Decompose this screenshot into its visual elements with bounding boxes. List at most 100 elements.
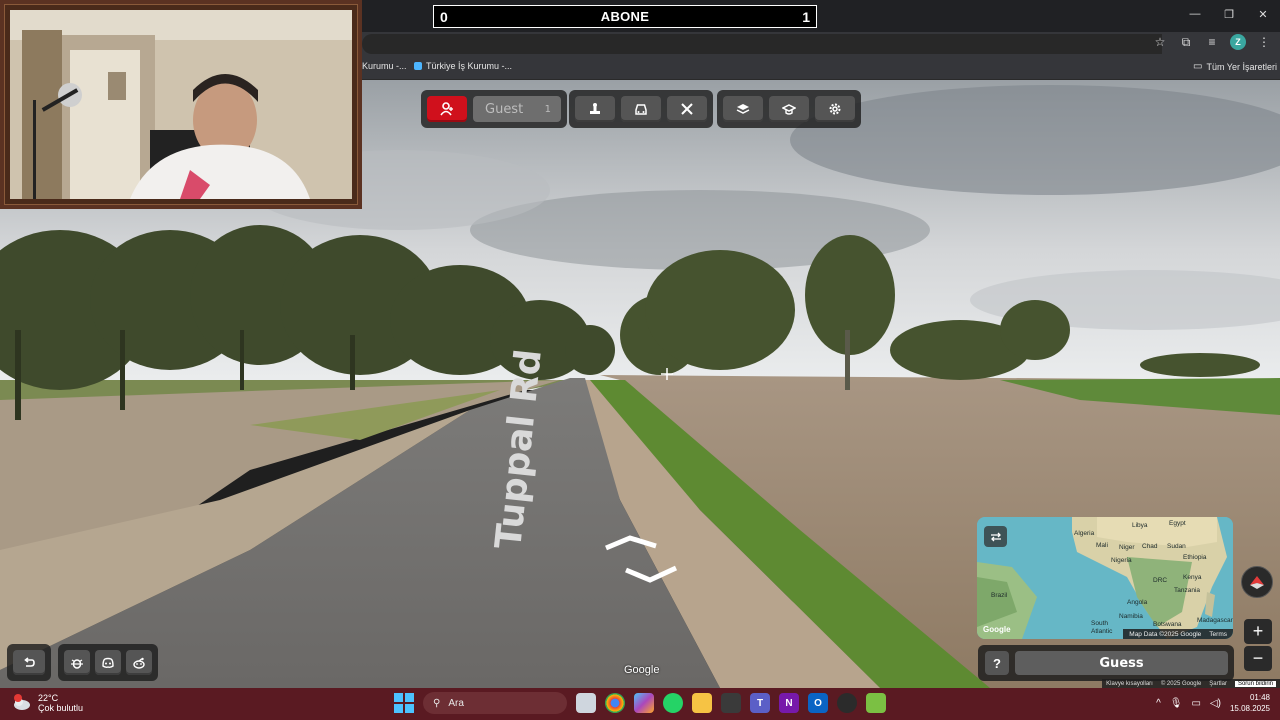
all-bookmarks[interactable]: ▭ Tüm Yer İşaretleri [1193, 61, 1277, 72]
volume-icon[interactable]: ◁) [1210, 698, 1221, 709]
undo-panel [7, 644, 51, 681]
search-placeholder: Ara [448, 697, 464, 709]
guess-button[interactable]: Guess [1015, 651, 1228, 675]
bug-icon[interactable] [64, 650, 90, 675]
map-pin-icon[interactable] [575, 96, 615, 122]
windows-start-icon[interactable] [394, 693, 414, 713]
car-icon[interactable] [621, 96, 661, 122]
weather-desc: Çok bulutlu [38, 703, 84, 713]
zoom-in-button[interactable]: + [1244, 619, 1272, 644]
network-icon[interactable]: ▭ [1191, 698, 1200, 709]
profile-avatar[interactable]: Z [1230, 34, 1246, 50]
android-studio-icon[interactable] [866, 693, 886, 713]
minimize-icon[interactable]: — [1178, 0, 1212, 28]
report-problem-link[interactable]: Sorun bildirin [1234, 680, 1276, 687]
restore-icon[interactable]: ❐ [1212, 0, 1246, 28]
weather-temp: 22°C [38, 693, 59, 703]
guess-bar: ? Guess [978, 645, 1234, 681]
map-label: Madagascar [1197, 617, 1233, 624]
map-terms-link[interactable]: Terms [1209, 631, 1227, 638]
outlook-icon[interactable]: O [808, 693, 828, 713]
map-label: South [1091, 620, 1108, 627]
mode-toolbar [569, 90, 713, 128]
map-label: Libya [1132, 522, 1148, 529]
obs-icon[interactable] [837, 693, 857, 713]
zoom-out-button[interactable]: − [1244, 646, 1272, 671]
map-data-text: Map Data ©2025 Google [1129, 630, 1202, 638]
onenote-icon[interactable]: N [779, 693, 799, 713]
map-label: DRC [1153, 577, 1168, 584]
gear-icon[interactable] [815, 96, 855, 122]
user-icon[interactable] [427, 96, 467, 122]
counter-title: ABONE [600, 9, 650, 24]
window-controls: — ❐ ✕ [1178, 0, 1280, 28]
graduation-cap-icon[interactable] [769, 96, 809, 122]
copyright-text: © 2025 Google [1160, 680, 1202, 687]
extensions-icon[interactable]: ⧉ [1178, 34, 1194, 50]
all-bookmarks-label: Tüm Yer İşaretleri [1206, 61, 1277, 72]
compass-icon[interactable] [1241, 566, 1273, 598]
map-label: Angola [1127, 599, 1148, 606]
bookmark-item[interactable]: Türkiye İş Kurumu -... [414, 61, 512, 71]
bookmark-item[interactable]: Kurumu -... [362, 61, 407, 71]
guess-minimap[interactable]: Algeria Libya Egypt Mali Niger Chad Suda… [977, 517, 1233, 639]
bookmark-label: Kurumu -... [362, 61, 407, 71]
close-icon[interactable]: ✕ [1246, 0, 1280, 28]
undo-icon[interactable] [13, 650, 45, 675]
player-guest-pill[interactable]: Guest 1 [473, 96, 561, 122]
toolbar-icons: ☆ ⧉ ≡ Z ⋮ [1152, 34, 1272, 50]
copilot-icon[interactable] [634, 693, 654, 713]
map-label: Atlantic [1091, 628, 1113, 635]
chrome-icon[interactable] [605, 693, 625, 713]
shortcuts-link[interactable]: Klavye kısayolları [1106, 681, 1153, 687]
search-icon: ⚲ [433, 697, 441, 709]
webcam-overlay [0, 0, 362, 209]
player-count: 1 [544, 103, 551, 115]
map-label: Nigeria [1111, 557, 1132, 564]
media-icon[interactable]: ≡ [1204, 34, 1220, 50]
menu-icon[interactable]: ⋮ [1256, 34, 1272, 50]
file-explorer-icon[interactable] [692, 693, 712, 713]
terms-link[interactable]: Şartlar [1209, 681, 1227, 687]
cloud-icon [14, 694, 30, 710]
teams-icon[interactable]: T [750, 693, 770, 713]
google-logo: Google [983, 625, 1011, 634]
bookmark-favicon-icon [414, 62, 422, 70]
system-tray: ^ 🎙 ▭ ◁) 01:48 15.08.2025 [1156, 692, 1270, 714]
map-label: Mali [1096, 542, 1108, 549]
counter-left-value: 0 [440, 8, 448, 25]
player-panel: Guest 1 [421, 90, 567, 128]
folder-icon: ▭ [1193, 61, 1203, 72]
reddit-icon[interactable] [126, 650, 152, 675]
map-label: Ethiopia [1183, 554, 1207, 561]
whatsapp-icon[interactable] [663, 693, 683, 713]
store-icon[interactable] [721, 693, 741, 713]
task-view-icon[interactable] [576, 693, 596, 713]
map-label: Chad [1142, 543, 1158, 550]
star-icon[interactable]: ☆ [1152, 34, 1168, 50]
taskbar-search[interactable]: ⚲ Ara [423, 692, 567, 714]
microphone-icon[interactable]: 🎙 [1170, 698, 1183, 709]
close-cross-icon[interactable] [667, 96, 707, 122]
settings-toolbar [717, 90, 861, 128]
clock-time: 01:48 [1249, 693, 1270, 702]
address-bar[interactable] [362, 34, 1162, 54]
map-label: Algeria [1074, 530, 1095, 537]
screen: — ❐ ✕ ☆ ⧉ ≡ Z ⋮ Kurumu -... Türkiye İş K… [0, 0, 1280, 720]
weather-widget[interactable]: 22°C Çok bulutlu [12, 693, 83, 713]
layers-icon[interactable] [723, 96, 763, 122]
webcam-feed [10, 10, 352, 199]
map-label: Niger [1119, 544, 1135, 551]
map-label: Namibia [1119, 613, 1143, 620]
swap-icon[interactable] [984, 526, 1007, 547]
map-label: Sudan [1167, 543, 1186, 550]
map-label: Tanzania [1174, 587, 1201, 594]
discord-icon[interactable] [95, 650, 121, 675]
clock[interactable]: 01:48 15.08.2025 [1230, 692, 1270, 714]
chevron-up-icon[interactable]: ^ [1156, 698, 1161, 709]
help-button[interactable]: ? [985, 651, 1009, 675]
clock-date: 15.08.2025 [1229, 704, 1270, 713]
map-label: Botswana [1153, 621, 1182, 628]
map-label: Brazil [991, 592, 1008, 599]
taskbar-apps: ⚲ Ara T N O [394, 692, 886, 714]
